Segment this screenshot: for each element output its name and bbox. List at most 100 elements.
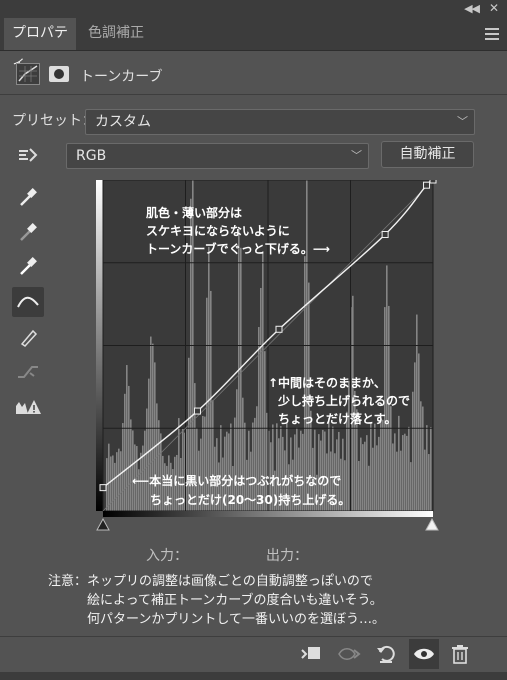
preset-label: プリセット： bbox=[12, 113, 96, 129]
curve-control-point[interactable] bbox=[99, 484, 107, 492]
collapse-panel-icon[interactable]: ◀◀ bbox=[464, 2, 480, 15]
input-gradient-bar bbox=[103, 511, 433, 517]
histogram-bar bbox=[112, 455, 114, 511]
histogram-bar bbox=[428, 454, 430, 511]
curve-control-point[interactable] bbox=[275, 325, 283, 333]
gray-point-eyedropper-icon[interactable] bbox=[12, 217, 44, 247]
note-line-1: 注意：ネップリの調整は画像ごとの自動調整っぽいので bbox=[48, 574, 373, 589]
annotation-bottom-1: ⟵本当に黒い部分はつぶれがちなので bbox=[132, 473, 341, 488]
histogram-bar bbox=[208, 246, 210, 511]
tab-bar: プロパティ 色調補正 bbox=[0, 18, 507, 71]
histogram-bar bbox=[422, 406, 424, 511]
reset-icon[interactable] bbox=[373, 643, 399, 665]
curve-edit-points-icon[interactable] bbox=[12, 287, 44, 317]
auto-button[interactable]: 自動補正 bbox=[381, 141, 474, 168]
tab-properties[interactable]: プロパティ bbox=[4, 18, 76, 71]
panel-menu-icon[interactable] bbox=[485, 28, 499, 43]
black-slider-handle[interactable] bbox=[96, 517, 110, 531]
histogram-bar bbox=[404, 433, 406, 511]
histogram-bar bbox=[240, 247, 242, 511]
white-slider-handle[interactable] bbox=[425, 517, 439, 531]
histogram-bar bbox=[378, 436, 380, 511]
histogram-bar bbox=[370, 422, 372, 511]
histogram-bar bbox=[430, 427, 432, 511]
preset-select[interactable]: カスタム ﹀ bbox=[85, 109, 475, 135]
histogram-bar bbox=[414, 362, 416, 511]
histogram-bar bbox=[408, 426, 410, 511]
preset-value: カスタム bbox=[95, 114, 151, 130]
panel-top-strip bbox=[0, 0, 507, 18]
histogram-bar bbox=[108, 443, 110, 511]
histogram-bar bbox=[424, 449, 426, 511]
mask-icon[interactable] bbox=[49, 66, 69, 82]
curve-control-point[interactable] bbox=[429, 180, 437, 184]
curves-layer-icon[interactable] bbox=[16, 63, 40, 85]
histogram-bar bbox=[382, 419, 384, 511]
histogram-bar bbox=[388, 305, 390, 511]
histogram-bar bbox=[398, 415, 400, 511]
histogram-bar bbox=[354, 390, 356, 511]
histogram-bar bbox=[116, 452, 118, 511]
histogram-bar bbox=[122, 423, 124, 511]
visibility-eye-icon[interactable] bbox=[409, 639, 439, 669]
histogram-bar bbox=[374, 423, 376, 511]
histogram-bar bbox=[120, 451, 122, 511]
tone-curve-graph[interactable]: 肌色・薄い部分は スケキヨにならないように トーンカーブでぐっと下げる。⟶ ↑中… bbox=[96, 180, 439, 535]
panel-resize-grip[interactable] bbox=[0, 672, 507, 680]
histogram-bar bbox=[406, 435, 408, 511]
chevron-down-icon: ﹀ bbox=[351, 149, 362, 162]
histogram-bar bbox=[132, 430, 134, 511]
histogram-bar bbox=[128, 385, 130, 511]
annotation-mid-1: ↑中間はそのままか、 bbox=[268, 375, 386, 390]
histogram-bar bbox=[380, 417, 382, 511]
curve-control-point[interactable] bbox=[381, 231, 389, 239]
histogram-bar bbox=[402, 435, 404, 511]
histogram-bar bbox=[154, 362, 156, 511]
note-line-3: 何パターンかプリントして一番いいのを選ぼう…。 bbox=[48, 612, 385, 627]
histogram-bar bbox=[126, 365, 128, 511]
white-point-eyedropper-icon[interactable] bbox=[12, 251, 44, 281]
histogram-bar bbox=[262, 251, 264, 511]
target-adjust-hand-icon[interactable] bbox=[12, 140, 44, 170]
histogram-bar bbox=[362, 444, 364, 511]
output-label: 出力： bbox=[266, 548, 308, 564]
trash-icon[interactable] bbox=[447, 643, 473, 665]
annotation-mid-2: 少し持ち上げられるので bbox=[277, 393, 410, 408]
histogram-bar bbox=[392, 443, 394, 511]
channel-value: RGB bbox=[76, 148, 107, 164]
annotation-top-3: トーンカーブでぐっと下げる。⟶ bbox=[146, 241, 330, 256]
close-panel-icon[interactable]: ✕ bbox=[489, 1, 499, 15]
histogram-bar bbox=[360, 437, 362, 511]
adjustment-title: トーンカーブ bbox=[80, 69, 163, 85]
clipping-warning-icon[interactable] bbox=[12, 392, 44, 422]
annotation-top-2: スケキヨにならないように bbox=[146, 224, 290, 238]
histogram-bar bbox=[372, 447, 374, 511]
histogram-bar bbox=[188, 357, 190, 511]
histogram-bar bbox=[384, 307, 386, 511]
annotation-bottom-2: ちょっとだけ(20〜30)持ち上げる。 bbox=[150, 492, 350, 507]
chevron-down-icon: ﹀ bbox=[457, 115, 468, 128]
annotation-mid-3: ちょっとだけ落とす。 bbox=[278, 411, 396, 426]
curve-control-point[interactable] bbox=[423, 181, 431, 189]
histogram-bar bbox=[118, 448, 120, 511]
pencil-icon[interactable] bbox=[12, 322, 44, 352]
histogram-bar bbox=[114, 462, 116, 511]
histogram-bar bbox=[426, 425, 428, 511]
channel-select[interactable]: RGB ﹀ bbox=[66, 143, 369, 169]
histogram-bar bbox=[386, 265, 388, 511]
smooth-curve-icon[interactable] bbox=[12, 357, 44, 387]
histogram-bar bbox=[376, 445, 378, 511]
histogram-bar bbox=[416, 314, 418, 511]
histogram-bar bbox=[366, 435, 368, 511]
view-previous-state-icon[interactable] bbox=[337, 643, 363, 665]
histogram-bar bbox=[418, 353, 420, 511]
note-line-2: 絵によって補正トーンカーブの度合いも違いそう。 bbox=[48, 593, 383, 608]
black-point-eyedropper-icon[interactable] bbox=[12, 182, 44, 212]
histogram-bar bbox=[148, 378, 150, 511]
curve-control-point[interactable] bbox=[193, 407, 201, 415]
input-label: 入力： bbox=[146, 548, 188, 564]
histogram-bar bbox=[358, 460, 360, 511]
tab-adjustments[interactable]: 色調補正 bbox=[80, 18, 152, 50]
clip-to-layer-icon[interactable] bbox=[298, 643, 324, 665]
histogram-bar bbox=[194, 383, 196, 511]
